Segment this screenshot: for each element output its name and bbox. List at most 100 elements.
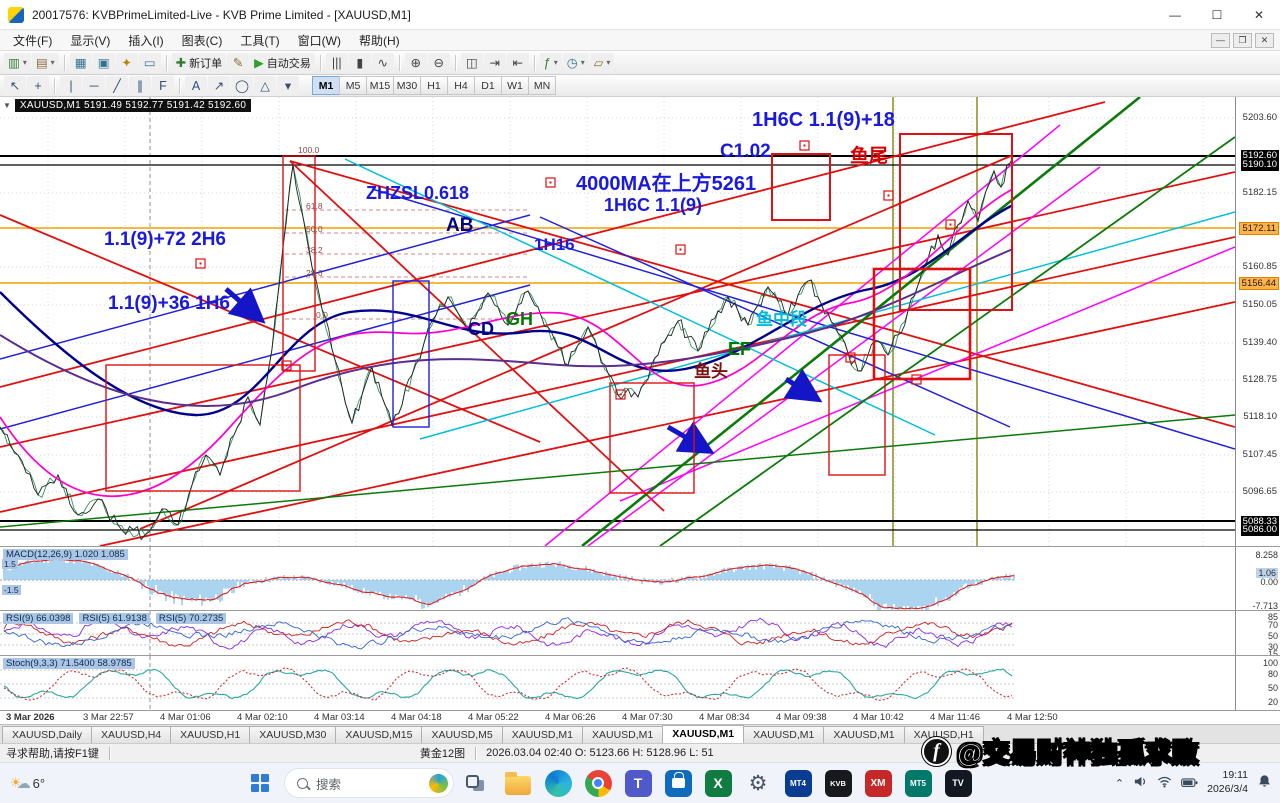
main-chart[interactable]: ▼ XAUUSD,M1 5191.49 5192.77 5191.42 5192… xyxy=(0,97,1280,546)
menu-item-5[interactable]: 窗口(W) xyxy=(289,30,350,51)
autotrading-button[interactable]: ▶自动交易 xyxy=(250,53,315,73)
chart-tab-1[interactable]: XAUUSD,H4 xyxy=(91,726,171,743)
taskbar-icon-file-explorer[interactable] xyxy=(501,766,535,800)
menu-item-0[interactable]: 文件(F) xyxy=(4,30,61,51)
hidden-icons-chevron[interactable]: ⌃ xyxy=(1115,777,1124,790)
vertical-line-tool[interactable]: | xyxy=(60,76,82,96)
macd-scale[interactable]: 8.2581.060.00-7.713 xyxy=(1235,547,1280,610)
status-profile-name[interactable]: 黄金12图 xyxy=(420,745,465,761)
start-button[interactable] xyxy=(243,766,277,800)
chart-tab-10[interactable]: XAUUSD,M1 xyxy=(823,726,904,743)
chart-tab-9[interactable]: XAUUSD,M1 xyxy=(743,726,824,743)
taskbar-icon-settings[interactable]: ⚙ xyxy=(741,766,775,800)
zoom-out-button[interactable]: ⊖ xyxy=(428,53,450,73)
taskbar-icon-excel[interactable]: X xyxy=(701,766,735,800)
taskbar-icon-kvb-app[interactable]: KVB xyxy=(821,766,855,800)
metaeditor-button[interactable]: ✎ xyxy=(227,53,249,73)
main-chart-canvas[interactable] xyxy=(0,97,1235,546)
rsi-scale[interactable]: 8570503015 xyxy=(1235,611,1280,655)
taskbar-icon-edge[interactable] xyxy=(541,766,575,800)
navigator-button[interactable]: ✦ xyxy=(116,53,138,73)
mdi-minimize-button[interactable]: — xyxy=(1211,33,1230,48)
trendline-tool[interactable]: ╱ xyxy=(106,76,128,96)
maximize-button[interactable]: ☐ xyxy=(1196,0,1238,29)
volume-icon[interactable] xyxy=(1133,774,1148,792)
chart-tab-5[interactable]: XAUUSD,M5 xyxy=(421,726,502,743)
taskbar-icon-xm-app[interactable]: XM xyxy=(861,766,895,800)
timeframe-button-d1[interactable]: D1 xyxy=(474,76,502,95)
arrow-tool[interactable]: ↗ xyxy=(208,76,230,96)
taskbar-icon-store[interactable] xyxy=(661,766,695,800)
menu-item-1[interactable]: 显示(V) xyxy=(61,30,119,51)
timeframe-button-m5[interactable]: M5 xyxy=(339,76,367,95)
ellipse-tool[interactable]: ◯ xyxy=(231,76,253,96)
timeframe-button-h4[interactable]: H4 xyxy=(447,76,475,95)
weather-widget[interactable]: ☀☁ 6° xyxy=(10,763,45,803)
chart-tab-7[interactable]: XAUUSD,M1 xyxy=(582,726,663,743)
search-box[interactable]: 搜索 xyxy=(284,768,454,798)
timeframe-button-h1[interactable]: H1 xyxy=(420,76,448,95)
timeframe-button-m1[interactable]: M1 xyxy=(312,76,340,95)
chart-tab-2[interactable]: XAUUSD,H1 xyxy=(170,726,250,743)
stochastic-panel[interactable]: Stoch(9,3,3) 71.5400 58.9785 100805020 xyxy=(0,655,1280,710)
taskbar-clock[interactable]: 19:11 2026/3/4 xyxy=(1207,769,1248,796)
chart-tab-3[interactable]: XAUUSD,M30 xyxy=(249,726,336,743)
new-order-button[interactable]: ✚新订单 xyxy=(172,53,226,73)
one-click-trading-toggle[interactable]: ▼ xyxy=(3,101,11,110)
rsi-panel[interactable]: RSI(9) 66.0398RSI(5) 61.9138RSI(5) 70.27… xyxy=(0,610,1280,655)
zoom-in-button[interactable]: ⊕ xyxy=(405,53,427,73)
chart-shift-button[interactable]: ⇤ xyxy=(507,53,529,73)
timeframe-button-m30[interactable]: M30 xyxy=(393,76,421,95)
stochastic-scale[interactable]: 100805020 xyxy=(1235,656,1280,710)
chart-tab-8[interactable]: XAUUSD,M1 xyxy=(662,725,744,743)
chart-tab-4[interactable]: XAUUSD,M15 xyxy=(335,726,422,743)
mdi-close-button[interactable]: ✕ xyxy=(1255,33,1274,48)
cursor-tool[interactable]: ↖ xyxy=(4,76,26,96)
text-tool[interactable]: A xyxy=(185,76,207,96)
notification-bell-icon[interactable] xyxy=(1257,774,1272,792)
close-button[interactable]: ✕ xyxy=(1238,0,1280,29)
chart-tab-0[interactable]: XAUUSD,Daily xyxy=(2,726,92,743)
fibonacci-tool[interactable]: F xyxy=(152,76,174,96)
menu-item-6[interactable]: 帮助(H) xyxy=(350,30,409,51)
timeframe-button-m15[interactable]: M15 xyxy=(366,76,394,95)
taskbar-icon-mt4-terminal[interactable]: MT4 xyxy=(781,766,815,800)
market-watch-button[interactable]: ▦ xyxy=(70,53,92,73)
macd-panel[interactable]: MACD(12,26,9) 1.020 1.085 1.5-1.5 8.2581… xyxy=(0,546,1280,610)
more-tools-button[interactable]: ▾ xyxy=(277,76,299,96)
data-window-button[interactable]: ▣ xyxy=(93,53,115,73)
triangle-tool[interactable]: △ xyxy=(254,76,276,96)
chart-tab-6[interactable]: XAUUSD,M1 xyxy=(502,726,583,743)
mdi-restore-button[interactable]: ❐ xyxy=(1233,33,1252,48)
candle-chart-mode-button[interactable]: ▮ xyxy=(349,53,371,73)
battery-icon[interactable] xyxy=(1181,776,1198,790)
price-scale[interactable]: 5203.605192.605190.105182.155172.115160.… xyxy=(1235,97,1280,546)
taskbar-icon-mt5-terminal[interactable]: MT5 xyxy=(901,766,935,800)
taskbar-icon-tradingview[interactable]: TV xyxy=(941,766,975,800)
profiles-button[interactable]: ▤▾ xyxy=(32,53,59,73)
tile-windows-button[interactable]: ◫ xyxy=(461,53,483,73)
network-icon[interactable] xyxy=(1157,774,1172,792)
taskbar-icon-task-view[interactable] xyxy=(461,766,495,800)
taskbar-icon-chrome[interactable] xyxy=(581,766,615,800)
channel-tool[interactable]: ∥ xyxy=(129,76,151,96)
templates-button[interactable]: ▱▾ xyxy=(590,53,615,73)
horizontal-line-tool[interactable]: ─ xyxy=(83,76,105,96)
bar-chart-mode-button[interactable]: ||| xyxy=(326,53,348,73)
time-axis[interactable]: 3 Mar 20263 Mar 22:574 Mar 01:064 Mar 02… xyxy=(0,710,1280,724)
terminal-button[interactable]: ▭ xyxy=(139,53,161,73)
periods-button[interactable]: ◷▾ xyxy=(563,53,589,73)
menu-item-3[interactable]: 图表(C) xyxy=(173,30,232,51)
minimize-button[interactable]: — xyxy=(1154,0,1196,29)
chart-tab-11[interactable]: XAUUSD,H1 xyxy=(904,726,984,743)
timeframe-button-mn[interactable]: MN xyxy=(528,76,556,95)
taskbar-icon-teams[interactable]: T xyxy=(621,766,655,800)
menu-item-4[interactable]: 工具(T) xyxy=(231,30,288,51)
timeframe-button-w1[interactable]: W1 xyxy=(501,76,529,95)
crosshair-tool[interactable]: + xyxy=(27,76,49,96)
menu-item-2[interactable]: 插入(I) xyxy=(119,30,172,51)
new-chart-button[interactable]: ▥▾ xyxy=(4,53,31,73)
indicators-button[interactable]: ƒ▾ xyxy=(540,53,562,73)
line-chart-mode-button[interactable]: ∿ xyxy=(372,53,394,73)
auto-scroll-button[interactable]: ⇥ xyxy=(484,53,506,73)
